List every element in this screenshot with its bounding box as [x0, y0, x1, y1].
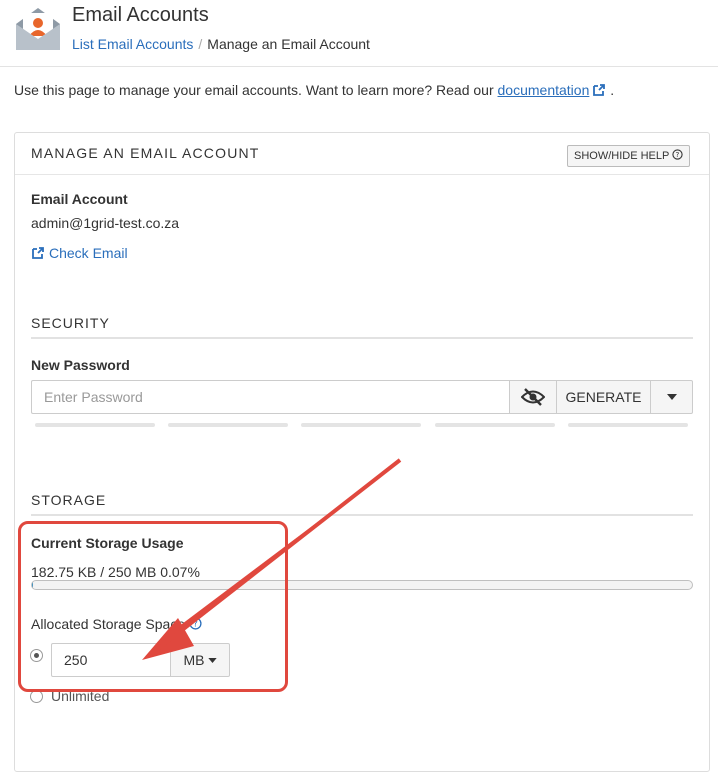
help-button-label: SHOW/HIDE HELP [574, 150, 669, 162]
strength-meter-segment [35, 423, 155, 427]
check-email-link[interactable]: Check Email [31, 245, 128, 261]
page-title: Email Accounts [72, 4, 209, 27]
panel-header: MANAGE AN EMAIL ACCOUNT SHOW/HIDE HELP ? [15, 133, 709, 175]
email-accounts-icon [14, 4, 62, 52]
panel-title: MANAGE AN EMAIL ACCOUNT [31, 145, 260, 161]
external-link-icon[interactable] [592, 83, 606, 97]
breadcrumb-list-email-accounts[interactable]: List Email Accounts [72, 36, 193, 52]
intro-sentence: Use this page to manage your email accou… [14, 82, 498, 98]
security-heading: SECURITY [31, 315, 693, 339]
show-hide-help-button[interactable]: SHOW/HIDE HELP ? [567, 145, 690, 167]
highlight-box [18, 521, 288, 692]
new-password-label: New Password [31, 357, 130, 373]
caret-down-icon [667, 394, 677, 400]
email-account-label: Email Account [31, 191, 128, 207]
intro-suffix: . [610, 82, 614, 98]
check-email-label: Check Email [49, 245, 128, 261]
toggle-visibility-button[interactable] [509, 380, 557, 414]
strength-meter-segment [568, 423, 688, 427]
strength-meter-segment [301, 423, 421, 427]
intro-text: Use this page to manage your email accou… [14, 82, 614, 98]
strength-meter-segment [168, 423, 288, 427]
page-header: Email Accounts List Email Accounts / Manag… [0, 0, 718, 66]
generate-options-dropdown[interactable] [650, 380, 693, 414]
breadcrumb-separator: / [198, 36, 202, 52]
email-account-value: admin@1grid-test.co.za [31, 215, 179, 231]
svg-text:?: ? [676, 150, 680, 159]
documentation-link[interactable]: documentation [498, 82, 590, 98]
breadcrumb: List Email Accounts / Manage an Email Acco… [72, 36, 370, 52]
header-divider [0, 66, 718, 67]
generate-password-button[interactable]: GENERATE [556, 380, 651, 414]
external-link-icon [31, 246, 45, 260]
eye-slash-icon [521, 388, 545, 406]
strength-meter-segment [435, 423, 555, 427]
help-icon: ? [672, 149, 683, 160]
password-field[interactable]: Enter Password [31, 380, 509, 414]
breadcrumb-current: Manage an Email Account [207, 36, 370, 52]
password-input-group: Enter Password GENERATE [31, 380, 693, 414]
storage-heading: STORAGE [31, 492, 693, 516]
